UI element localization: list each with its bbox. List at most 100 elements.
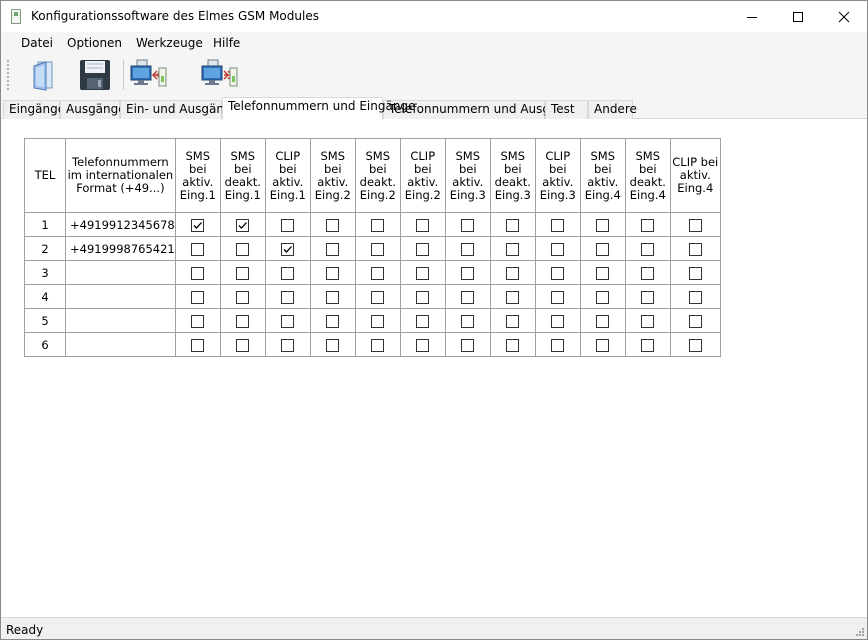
checkbox[interactable] <box>688 338 702 352</box>
checkbox[interactable] <box>236 314 250 328</box>
checkbox-cell <box>444 236 491 261</box>
minimize-button[interactable] <box>729 1 775 32</box>
checkbox[interactable] <box>191 242 205 256</box>
checkbox[interactable] <box>326 338 340 352</box>
checkbox[interactable] <box>506 242 520 256</box>
tab-telefonnummern-und-eingaenge[interactable]: Telefonnummern und Eingänge <box>222 97 415 120</box>
checkbox[interactable] <box>596 338 610 352</box>
phone-number-cell[interactable] <box>65 308 176 333</box>
checkbox[interactable] <box>461 314 475 328</box>
checkbox[interactable] <box>688 290 702 304</box>
tab-test[interactable]: Test <box>545 100 588 119</box>
checkbox[interactable] <box>506 218 520 232</box>
checkbox[interactable] <box>326 266 340 280</box>
checkbox[interactable] <box>371 314 385 328</box>
checkbox[interactable] <box>236 266 250 280</box>
tab-ausgaenge[interactable]: Ausgänge <box>60 100 126 119</box>
menu-werkzeuge[interactable]: Werkzeuge <box>136 36 203 50</box>
checkbox[interactable] <box>551 266 565 280</box>
checkbox[interactable] <box>506 314 520 328</box>
checkbox[interactable] <box>641 266 655 280</box>
menu-datei[interactable]: Datei <box>21 36 53 50</box>
checkbox[interactable] <box>371 290 385 304</box>
phone-number-cell[interactable]: +4919998765421 <box>65 236 176 261</box>
checkbox[interactable] <box>236 338 250 352</box>
checkbox[interactable] <box>461 266 475 280</box>
checkbox[interactable] <box>596 242 610 256</box>
checkbox[interactable] <box>506 290 520 304</box>
checkbox[interactable] <box>551 290 565 304</box>
checkbox[interactable] <box>281 218 295 232</box>
checkbox[interactable] <box>596 290 610 304</box>
checkbox[interactable] <box>641 314 655 328</box>
checkbox[interactable] <box>191 218 205 232</box>
checkbox[interactable] <box>191 314 205 328</box>
close-button[interactable] <box>821 1 867 32</box>
header-column: CLIP bei aktiv. Eing.3 <box>534 138 581 213</box>
checkbox[interactable] <box>416 242 430 256</box>
read-from-module-button[interactable] <box>130 58 168 92</box>
checkbox[interactable] <box>191 266 205 280</box>
checkbox[interactable] <box>416 338 430 352</box>
checkbox[interactable] <box>416 290 430 304</box>
checkbox[interactable] <box>596 218 610 232</box>
checkbox[interactable] <box>191 290 205 304</box>
tab-andere[interactable]: Andere <box>588 100 637 119</box>
checkbox[interactable] <box>551 314 565 328</box>
checkbox[interactable] <box>596 266 610 280</box>
checkbox[interactable] <box>688 266 702 280</box>
maximize-button[interactable] <box>775 1 821 32</box>
checkbox[interactable] <box>641 338 655 352</box>
checkbox[interactable] <box>551 242 565 256</box>
checkbox[interactable] <box>371 338 385 352</box>
checkbox[interactable] <box>281 242 295 256</box>
checkbox[interactable] <box>688 314 702 328</box>
checkbox[interactable] <box>371 218 385 232</box>
checkbox[interactable] <box>688 218 702 232</box>
checkbox[interactable] <box>281 314 295 328</box>
checkbox[interactable] <box>191 338 205 352</box>
checkbox[interactable] <box>461 338 475 352</box>
menu-optionen[interactable]: Optionen <box>67 36 122 50</box>
menu-hilfe[interactable]: Hilfe <box>213 36 240 50</box>
checkbox[interactable] <box>236 290 250 304</box>
tab-eingaenge[interactable]: Eingänge <box>3 100 65 119</box>
resize-grip-icon[interactable] <box>855 627 865 637</box>
checkbox[interactable] <box>596 314 610 328</box>
phone-number-cell[interactable] <box>65 260 176 285</box>
phone-number-cell[interactable] <box>65 332 176 357</box>
checkbox[interactable] <box>326 218 340 232</box>
open-button[interactable] <box>26 58 60 92</box>
checkbox[interactable] <box>461 242 475 256</box>
checkbox[interactable] <box>688 242 702 256</box>
checkbox[interactable] <box>461 218 475 232</box>
checkbox[interactable] <box>506 338 520 352</box>
phone-number-cell[interactable] <box>65 284 176 309</box>
checkbox[interactable] <box>281 290 295 304</box>
checkbox[interactable] <box>416 314 430 328</box>
write-to-module-button[interactable] <box>201 58 239 92</box>
status-bar: Ready <box>1 617 867 639</box>
save-button[interactable] <box>78 58 112 92</box>
tab-ein-und-ausgaenge[interactable]: Ein- und Ausgänge <box>120 100 239 119</box>
checkbox[interactable] <box>326 290 340 304</box>
checkbox[interactable] <box>506 266 520 280</box>
checkbox[interactable] <box>416 218 430 232</box>
checkbox[interactable] <box>236 218 250 232</box>
checkbox[interactable] <box>461 290 475 304</box>
checkbox[interactable] <box>641 242 655 256</box>
checkbox[interactable] <box>371 266 385 280</box>
checkbox[interactable] <box>326 314 340 328</box>
checkbox[interactable] <box>551 338 565 352</box>
checkbox[interactable] <box>281 338 295 352</box>
checkbox[interactable] <box>326 242 340 256</box>
checkbox[interactable] <box>371 242 385 256</box>
checkbox[interactable] <box>236 242 250 256</box>
checkbox[interactable] <box>641 290 655 304</box>
phone-number-cell[interactable]: +4919912345678 <box>65 212 176 237</box>
checkbox[interactable] <box>551 218 565 232</box>
header-column: CLIP bei aktiv. Eing.2 <box>399 138 446 213</box>
checkbox[interactable] <box>416 266 430 280</box>
checkbox[interactable] <box>641 218 655 232</box>
checkbox[interactable] <box>281 266 295 280</box>
